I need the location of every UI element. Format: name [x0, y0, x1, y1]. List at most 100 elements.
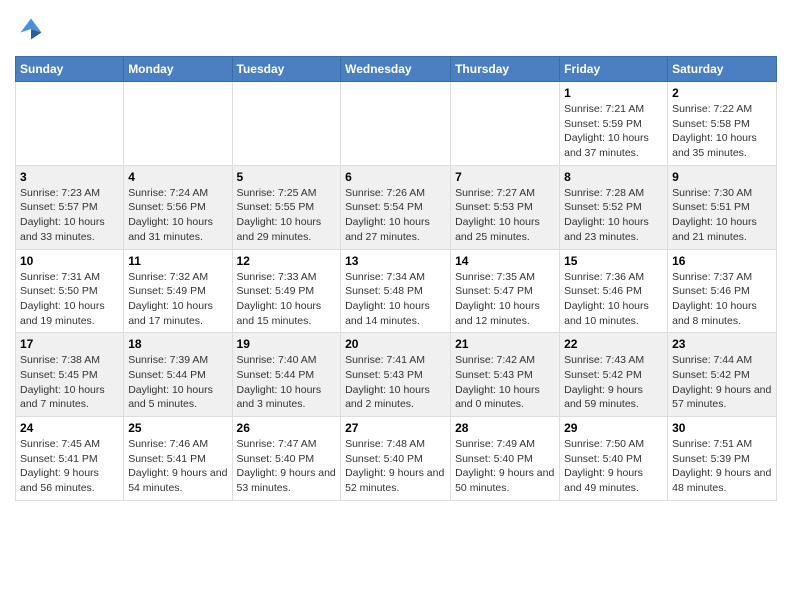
calendar-week-2: 3 Sunrise: 7:23 AM Sunset: 5:57 PM Daylig… [16, 165, 777, 249]
logo [15, 15, 49, 48]
calendar-cell [16, 82, 124, 166]
day-info: Sunrise: 7:23 AM Sunset: 5:57 PM Dayligh… [20, 186, 119, 245]
day-number: 10 [20, 254, 119, 268]
calendar-week-1: 1 Sunrise: 7:21 AM Sunset: 5:59 PM Daylig… [16, 82, 777, 166]
day-info: Sunrise: 7:26 AM Sunset: 5:54 PM Dayligh… [345, 186, 446, 245]
calendar-cell: 24 Sunrise: 7:45 AM Sunset: 5:41 PM Dayli… [16, 417, 124, 501]
calendar-week-5: 24 Sunrise: 7:45 AM Sunset: 5:41 PM Dayli… [16, 417, 777, 501]
day-info: Sunrise: 7:36 AM Sunset: 5:46 PM Dayligh… [564, 270, 663, 329]
calendar-cell: 14 Sunrise: 7:35 AM Sunset: 5:47 PM Dayli… [451, 249, 560, 333]
calendar-cell: 11Sunrise: 7:32 AM Sunset: 5:49 PM Dayli… [124, 249, 232, 333]
day-number: 25 [128, 421, 227, 435]
calendar-cell [341, 82, 451, 166]
calendar-cell: 22Sunrise: 7:43 AM Sunset: 5:42 PM Dayli… [560, 333, 668, 417]
day-number: 5 [237, 170, 337, 184]
calendar-cell: 2Sunrise: 7:22 AM Sunset: 5:58 PM Daylig… [668, 82, 777, 166]
calendar-cell: 16 Sunrise: 7:37 AM Sunset: 5:46 PM Dayli… [668, 249, 777, 333]
calendar-week-4: 17 Sunrise: 7:38 AM Sunset: 5:45 PM Dayli… [16, 333, 777, 417]
logo-icon [17, 15, 45, 43]
day-number: 4 [128, 170, 227, 184]
calendar-cell: 8Sunrise: 7:28 AM Sunset: 5:52 PM Daylig… [560, 165, 668, 249]
day-number: 14 [455, 254, 555, 268]
day-info: Sunrise: 7:21 AM Sunset: 5:59 PM Dayligh… [564, 102, 663, 161]
day-info: Sunrise: 7:39 AM Sunset: 5:44 PM Dayligh… [128, 353, 227, 412]
header [15, 10, 777, 48]
day-number: 27 [345, 421, 446, 435]
calendar-cell: 4 Sunrise: 7:24 AM Sunset: 5:56 PM Daylig… [124, 165, 232, 249]
calendar-cell: 23 Sunrise: 7:44 AM Sunset: 5:42 PM Dayli… [668, 333, 777, 417]
calendar-cell: 20Sunrise: 7:41 AM Sunset: 5:43 PM Dayli… [341, 333, 451, 417]
day-number: 3 [20, 170, 119, 184]
calendar-cell: 17 Sunrise: 7:38 AM Sunset: 5:45 PM Dayli… [16, 333, 124, 417]
calendar-cell: 26 Sunrise: 7:47 AM Sunset: 5:40 PM Dayli… [232, 417, 341, 501]
day-number: 18 [128, 337, 227, 351]
calendar-cell: 27Sunrise: 7:48 AM Sunset: 5:40 PM Dayli… [341, 417, 451, 501]
calendar-cell: 28Sunrise: 7:49 AM Sunset: 5:40 PM Dayli… [451, 417, 560, 501]
day-number: 30 [672, 421, 772, 435]
day-info: Sunrise: 7:42 AM Sunset: 5:43 PM Dayligh… [455, 353, 555, 412]
calendar-cell: 5 Sunrise: 7:25 AM Sunset: 5:55 PM Daylig… [232, 165, 341, 249]
calendar-cell: 3 Sunrise: 7:23 AM Sunset: 5:57 PM Daylig… [16, 165, 124, 249]
day-info: Sunrise: 7:25 AM Sunset: 5:55 PM Dayligh… [237, 186, 337, 245]
day-number: 21 [455, 337, 555, 351]
calendar-cell: 29 Sunrise: 7:50 AM Sunset: 5:40 PM Dayli… [560, 417, 668, 501]
day-number: 9 [672, 170, 772, 184]
calendar-cell: 10 Sunrise: 7:31 AM Sunset: 5:50 PM Dayli… [16, 249, 124, 333]
day-info: Sunrise: 7:51 AM Sunset: 5:39 PM Dayligh… [672, 437, 772, 496]
calendar-cell: 30 Sunrise: 7:51 AM Sunset: 5:39 PM Dayli… [668, 417, 777, 501]
day-number: 23 [672, 337, 772, 351]
calendar-cell: 15 Sunrise: 7:36 AM Sunset: 5:46 PM Dayli… [560, 249, 668, 333]
weekday-header-monday: Monday [124, 57, 232, 82]
day-number: 17 [20, 337, 119, 351]
day-info: Sunrise: 7:28 AM Sunset: 5:52 PM Dayligh… [564, 186, 663, 245]
day-info: Sunrise: 7:47 AM Sunset: 5:40 PM Dayligh… [237, 437, 337, 496]
calendar-table: SundayMondayTuesdayWednesdayThursdayFrid… [15, 56, 777, 501]
day-info: Sunrise: 7:37 AM Sunset: 5:46 PM Dayligh… [672, 270, 772, 329]
day-info: Sunrise: 7:34 AM Sunset: 5:48 PM Dayligh… [345, 270, 446, 329]
weekday-header-saturday: Saturday [668, 57, 777, 82]
calendar-week-3: 10 Sunrise: 7:31 AM Sunset: 5:50 PM Dayli… [16, 249, 777, 333]
day-info: Sunrise: 7:35 AM Sunset: 5:47 PM Dayligh… [455, 270, 555, 329]
weekday-header-wednesday: Wednesday [341, 57, 451, 82]
calendar-cell: 9 Sunrise: 7:30 AM Sunset: 5:51 PM Daylig… [668, 165, 777, 249]
day-info: Sunrise: 7:31 AM Sunset: 5:50 PM Dayligh… [20, 270, 119, 329]
day-info: Sunrise: 7:49 AM Sunset: 5:40 PM Dayligh… [455, 437, 555, 496]
weekday-header-sunday: Sunday [16, 57, 124, 82]
day-info: Sunrise: 7:50 AM Sunset: 5:40 PM Dayligh… [564, 437, 663, 496]
day-info: Sunrise: 7:24 AM Sunset: 5:56 PM Dayligh… [128, 186, 227, 245]
day-info: Sunrise: 7:43 AM Sunset: 5:42 PM Dayligh… [564, 353, 663, 412]
day-info: Sunrise: 7:40 AM Sunset: 5:44 PM Dayligh… [237, 353, 337, 412]
calendar-cell: 7 Sunrise: 7:27 AM Sunset: 5:53 PM Daylig… [451, 165, 560, 249]
weekday-header-tuesday: Tuesday [232, 57, 341, 82]
day-info: Sunrise: 7:27 AM Sunset: 5:53 PM Dayligh… [455, 186, 555, 245]
calendar-cell: 25 Sunrise: 7:46 AM Sunset: 5:41 PM Dayli… [124, 417, 232, 501]
day-number: 1 [564, 86, 663, 100]
day-number: 7 [455, 170, 555, 184]
calendar-cell [232, 82, 341, 166]
day-number: 11 [128, 254, 227, 268]
day-number: 15 [564, 254, 663, 268]
weekday-header-thursday: Thursday [451, 57, 560, 82]
day-info: Sunrise: 7:22 AM Sunset: 5:58 PM Dayligh… [672, 102, 772, 161]
day-number: 12 [237, 254, 337, 268]
day-number: 6 [345, 170, 446, 184]
calendar-cell: 19 Sunrise: 7:40 AM Sunset: 5:44 PM Dayli… [232, 333, 341, 417]
calendar-cell [451, 82, 560, 166]
calendar-cell: 21 Sunrise: 7:42 AM Sunset: 5:43 PM Dayli… [451, 333, 560, 417]
day-info: Sunrise: 7:30 AM Sunset: 5:51 PM Dayligh… [672, 186, 772, 245]
day-number: 19 [237, 337, 337, 351]
day-info: Sunrise: 7:38 AM Sunset: 5:45 PM Dayligh… [20, 353, 119, 412]
day-number: 24 [20, 421, 119, 435]
calendar-cell: 12 Sunrise: 7:33 AM Sunset: 5:49 PM Dayli… [232, 249, 341, 333]
day-number: 26 [237, 421, 337, 435]
day-info: Sunrise: 7:45 AM Sunset: 5:41 PM Dayligh… [20, 437, 119, 496]
day-info: Sunrise: 7:33 AM Sunset: 5:49 PM Dayligh… [237, 270, 337, 329]
calendar-cell [124, 82, 232, 166]
day-number: 20 [345, 337, 446, 351]
day-number: 13 [345, 254, 446, 268]
day-number: 29 [564, 421, 663, 435]
day-info: Sunrise: 7:44 AM Sunset: 5:42 PM Dayligh… [672, 353, 772, 412]
day-info: Sunrise: 7:46 AM Sunset: 5:41 PM Dayligh… [128, 437, 227, 496]
weekday-header-friday: Friday [560, 57, 668, 82]
day-number: 16 [672, 254, 772, 268]
